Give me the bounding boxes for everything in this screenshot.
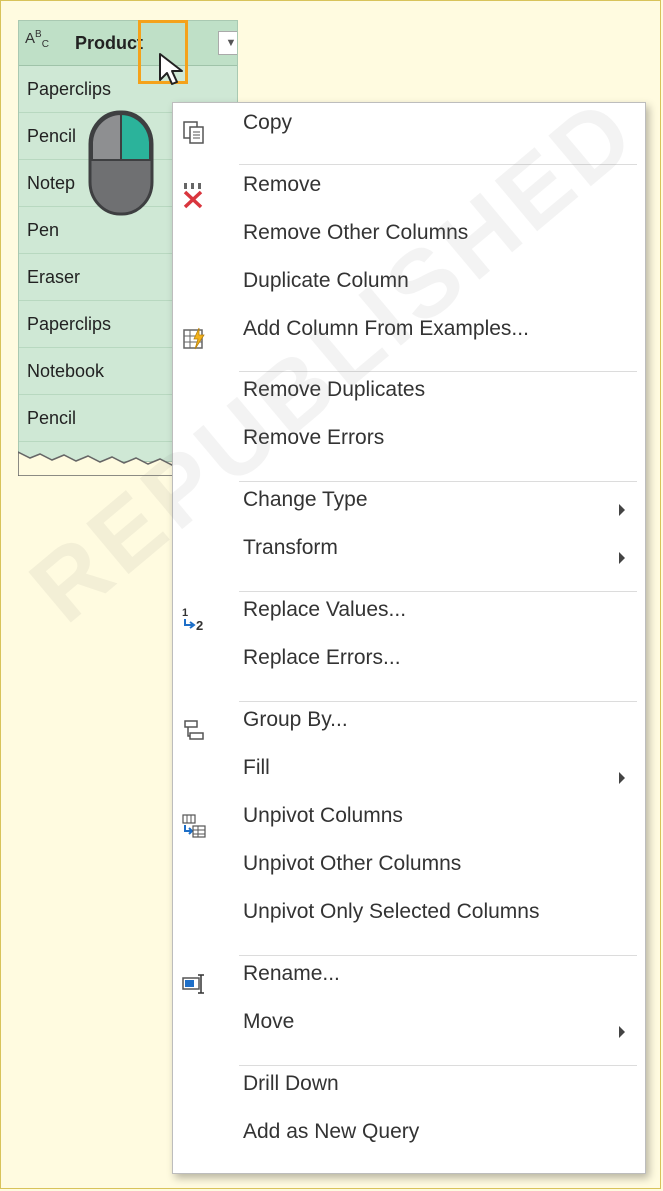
menu-item-replace-values[interactable]: 12 Replace Values... — [173, 598, 645, 642]
group-by-icon — [179, 716, 209, 744]
submenu-arrow-icon — [619, 1026, 625, 1038]
submenu-arrow-icon — [619, 772, 625, 784]
menu-item-transform[interactable]: Transform — [173, 536, 645, 580]
menu-item-label: Unpivot Other Columns — [243, 852, 462, 875]
menu-item-label: Drill Down — [243, 1072, 339, 1095]
replace-values-icon-top: 1 — [182, 607, 188, 619]
column-name: Product — [75, 33, 144, 53]
menu-separator — [239, 371, 637, 372]
menu-item-unpivot-only-selected-columns[interactable]: Unpivot Only Selected Columns — [173, 900, 645, 944]
menu-item-move[interactable]: Move — [173, 1010, 645, 1054]
mouse-pointer-icon — [159, 53, 183, 85]
menu-separator — [239, 164, 637, 165]
copy-icon — [179, 119, 209, 147]
menu-item-remove-errors[interactable]: Remove Errors — [173, 426, 645, 470]
menu-item-label: Replace Values... — [243, 598, 407, 621]
menu-item-change-type[interactable]: Change Type — [173, 488, 645, 532]
menu-item-label: Add as New Query — [243, 1120, 420, 1143]
menu-item-add-column-from-examples[interactable]: Add Column From Examples... — [173, 317, 645, 361]
menu-item-group-by[interactable]: Group By... — [173, 708, 645, 752]
menu-item-label: Rename... — [243, 962, 340, 985]
column-filter-dropdown-button[interactable]: ▼ — [218, 31, 237, 55]
unpivot-icon — [179, 812, 209, 840]
menu-item-label: Remove Other Columns — [243, 221, 469, 244]
text-type-icon[interactable]: ABC — [25, 29, 49, 50]
menu-separator — [239, 591, 637, 592]
menu-item-label: Remove Duplicates — [243, 378, 426, 401]
menu-item-label: Transform — [243, 536, 338, 559]
menu-item-label: Change Type — [243, 488, 368, 511]
menu-separator — [239, 701, 637, 702]
menu-item-label: Replace Errors... — [243, 646, 401, 669]
menu-item-label: Group By... — [243, 708, 348, 731]
menu-separator — [239, 481, 637, 482]
menu-item-remove-duplicates[interactable]: Remove Duplicates — [173, 378, 645, 422]
replace-values-icon: 12 — [179, 606, 209, 634]
menu-item-label: Fill — [243, 756, 270, 779]
add-column-examples-icon — [179, 325, 209, 353]
submenu-arrow-icon — [619, 552, 625, 564]
menu-item-label: Unpivot Only Selected Columns — [243, 900, 540, 923]
menu-item-duplicate-column[interactable]: Duplicate Column — [173, 269, 645, 313]
menu-item-label: Move — [243, 1010, 295, 1033]
menu-item-unpivot-columns[interactable]: Unpivot Columns — [173, 804, 645, 848]
remove-icon — [179, 181, 209, 209]
menu-item-label: Remove Errors — [243, 426, 385, 449]
menu-item-replace-errors[interactable]: Replace Errors... — [173, 646, 645, 690]
right-click-mouse-icon — [88, 110, 154, 216]
menu-separator — [239, 1065, 637, 1066]
menu-item-label: Add Column From Examples... — [243, 317, 529, 340]
menu-item-remove[interactable]: Remove — [173, 173, 645, 217]
menu-item-label: Remove — [243, 173, 322, 196]
menu-item-rename[interactable]: Rename... — [173, 962, 645, 1006]
menu-item-label: Duplicate Column — [243, 269, 409, 292]
menu-item-unpivot-other-columns[interactable]: Unpivot Other Columns — [173, 852, 645, 896]
menu-item-drill-down[interactable]: Drill Down — [173, 1072, 645, 1116]
menu-item-label: Copy — [243, 111, 293, 134]
menu-item-copy[interactable]: Copy — [173, 111, 645, 155]
column-context-menu: Copy Remove Remove Other Columns Duplica… — [172, 102, 646, 1174]
menu-item-fill[interactable]: Fill — [173, 756, 645, 800]
menu-item-remove-other-columns[interactable]: Remove Other Columns — [173, 221, 645, 265]
submenu-arrow-icon — [619, 504, 625, 516]
rename-icon — [179, 970, 209, 998]
menu-item-add-as-new-query[interactable]: Add as New Query — [173, 1120, 645, 1164]
column-header[interactable]: ABC Product ▼ — [19, 21, 237, 66]
replace-values-icon-bottom: 2 — [196, 618, 203, 633]
menu-item-label: Unpivot Columns — [243, 804, 403, 827]
menu-separator — [239, 955, 637, 956]
